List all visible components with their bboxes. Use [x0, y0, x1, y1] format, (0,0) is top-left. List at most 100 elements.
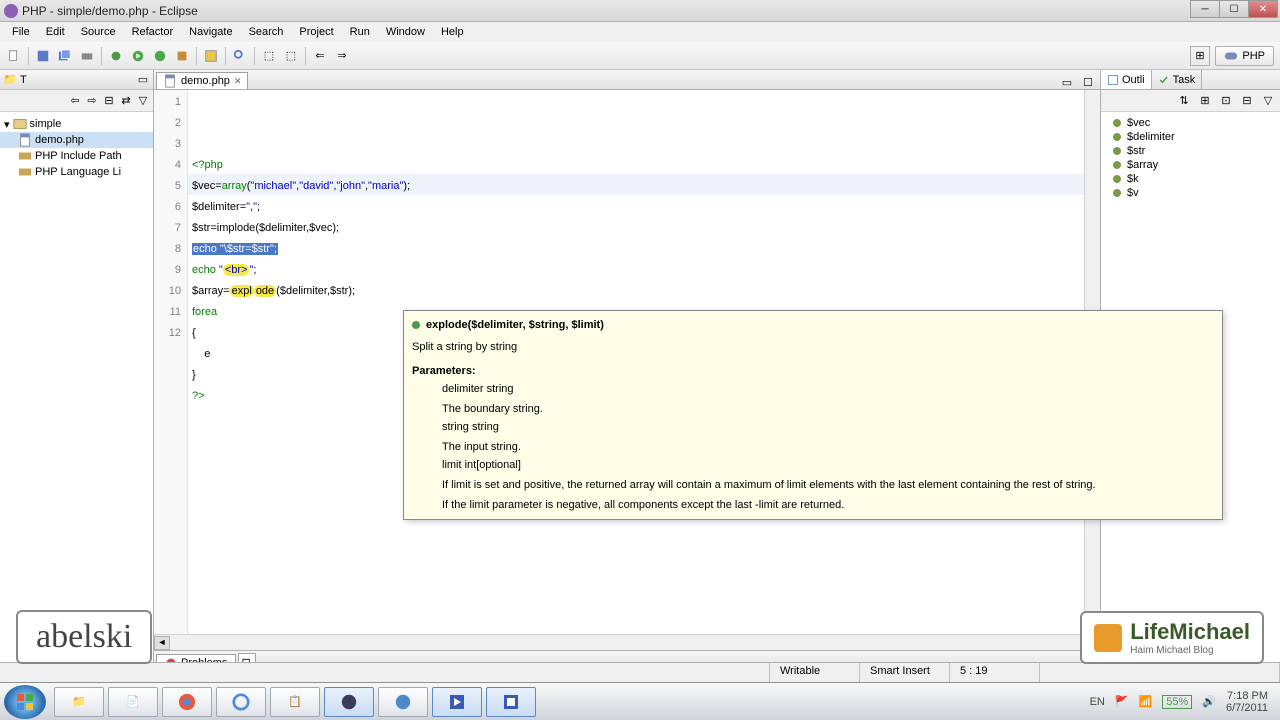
save-all-button[interactable] — [55, 46, 75, 66]
save-button[interactable] — [33, 46, 53, 66]
menu-window[interactable]: Window — [378, 24, 433, 40]
ext-tools-button[interactable] — [172, 46, 192, 66]
tooltip-extra: If the limit parameter is negative, all … — [442, 497, 1214, 513]
search-button[interactable] — [230, 46, 250, 66]
variable-icon — [1113, 147, 1121, 155]
horizontal-scrollbar[interactable]: ◄ — [154, 634, 1100, 650]
maximize-button[interactable]: ☐ — [1219, 0, 1249, 18]
lifemichael-logo-icon — [1094, 624, 1122, 652]
menu-help[interactable]: Help — [433, 24, 472, 40]
code-line-1[interactable]: <?php — [192, 155, 1080, 176]
tree-lang-lib[interactable]: PHP Language Li — [0, 164, 153, 180]
task-app5[interactable] — [486, 687, 536, 717]
task-eclipse[interactable] — [324, 687, 374, 717]
start-button[interactable] — [4, 685, 46, 719]
close-tab-icon[interactable]: ✕ — [234, 76, 242, 87]
windows-taskbar: 📁 📄 📋 EN 🚩 📶 55% 🔊 7:18 PM 6/7/2011 — [0, 682, 1280, 720]
run-button[interactable] — [128, 46, 148, 66]
sort-icon[interactable]: ⇅ — [1174, 91, 1194, 111]
outline-item[interactable]: $v — [1101, 186, 1280, 200]
tree-lang-label: PHP Language Li — [35, 166, 121, 178]
explorer-min-icon[interactable]: ▭ — [135, 72, 151, 88]
run-last-button[interactable] — [150, 46, 170, 66]
outline-menu-icon[interactable]: ▽ — [1258, 91, 1278, 111]
nav-back-button[interactable]: ⇐ — [310, 46, 330, 66]
filter1-icon[interactable]: ⊞ — [1195, 91, 1215, 111]
explorer-tab-icon[interactable]: 📁 — [2, 72, 18, 88]
tray-clock[interactable]: 7:18 PM 6/7/2011 — [1226, 690, 1268, 714]
tooltip-desc: Split a string by string — [412, 339, 1214, 355]
perspective-php[interactable]: PHP — [1215, 46, 1274, 66]
new-button[interactable] — [4, 46, 24, 66]
collapse-icon[interactable]: ⊟ — [101, 93, 117, 109]
nav-fwd-icon[interactable]: ⇨ — [84, 93, 100, 109]
menubar: FileEditSourceRefactorNavigateSearchProj… — [0, 22, 1280, 42]
outline-tab[interactable]: Outli — [1101, 70, 1152, 89]
outline-item[interactable]: $k — [1101, 172, 1280, 186]
project-tree: ▾ simple demo.php PHP Include Path PHP L… — [0, 112, 153, 690]
editor-min-icon[interactable]: ▭ — [1057, 72, 1077, 92]
editor-max-icon[interactable]: ☐ — [1078, 72, 1098, 92]
print-button[interactable] — [77, 46, 97, 66]
code-line-3[interactable]: $delimiter=","; — [192, 197, 1080, 218]
filter2-icon[interactable]: ⊡ — [1216, 91, 1236, 111]
debug-button[interactable] — [106, 46, 126, 66]
task-chrome[interactable] — [162, 687, 212, 717]
watermark-left: abelski — [16, 610, 152, 664]
tooltip-param-desc: The boundary string. — [442, 401, 1214, 417]
link-icon[interactable]: ⇄ — [118, 93, 134, 109]
open-perspective-button[interactable]: ⊞ — [1190, 46, 1210, 66]
minimize-button[interactable]: ─ — [1190, 0, 1220, 18]
explorer-tab-label: T — [20, 74, 27, 86]
tray-flag-icon[interactable]: 🚩 — [1115, 695, 1129, 708]
tray-lang[interactable]: EN — [1090, 696, 1105, 708]
expand-icon[interactable]: ▾ — [4, 118, 10, 131]
tray-network-icon[interactable]: 📶 — [1139, 695, 1153, 708]
menu-edit[interactable]: Edit — [38, 24, 73, 40]
code-line-2[interactable]: $vec=array("michael","david","john","mar… — [192, 176, 1080, 197]
menu-file[interactable]: File — [4, 24, 38, 40]
tray-date: 6/7/2011 — [1226, 702, 1268, 714]
tray-battery[interactable]: 55% — [1162, 695, 1192, 709]
tree-file-demo[interactable]: demo.php — [0, 132, 153, 148]
scroll-left-icon[interactable]: ◄ — [154, 636, 170, 650]
tree-project-label: simple — [30, 118, 62, 130]
tree-include-path[interactable]: PHP Include Path — [0, 148, 153, 164]
code-line-5[interactable]: echo "\$str=$str"; — [192, 239, 1080, 260]
outline-item[interactable]: $str — [1101, 144, 1280, 158]
menu-project[interactable]: Project — [291, 24, 341, 40]
task-ie[interactable] — [216, 687, 266, 717]
code-line-7[interactable]: $array=explode($delimiter,$str); — [192, 281, 1080, 302]
menu-source[interactable]: Source — [73, 24, 124, 40]
filter3-icon[interactable]: ⊟ — [1237, 91, 1257, 111]
outline-item[interactable]: $vec — [1101, 116, 1280, 130]
task-app4[interactable] — [432, 687, 482, 717]
menu-refactor[interactable]: Refactor — [124, 24, 182, 40]
menu-icon[interactable]: ▽ — [135, 93, 151, 109]
code-line-6[interactable]: echo "<br>"; — [192, 260, 1080, 281]
tree-project[interactable]: ▾ simple — [0, 116, 153, 132]
outline-item[interactable]: $array — [1101, 158, 1280, 172]
menu-navigate[interactable]: Navigate — [181, 24, 240, 40]
menu-search[interactable]: Search — [241, 24, 292, 40]
nav-back-icon[interactable]: ⇦ — [67, 93, 83, 109]
task-explorer[interactable]: 📁 — [54, 687, 104, 717]
task-app2[interactable]: 📋 — [270, 687, 320, 717]
open-type-button[interactable] — [201, 46, 221, 66]
tray-volume-icon[interactable]: 🔊 — [1202, 695, 1216, 708]
tasks-tab[interactable]: Task — [1152, 70, 1203, 89]
annotation-next-button[interactable]: ⬚ — [281, 46, 301, 66]
tray-time: 7:18 PM — [1226, 690, 1268, 702]
close-button[interactable]: ✕ — [1248, 0, 1278, 18]
task-app1[interactable]: 📄 — [108, 687, 158, 717]
project-explorer: 📁 T ▭ ⇦ ⇨ ⊟ ⇄ ▽ ▾ simple demo.php PH — [0, 70, 154, 690]
tree-include-label: PHP Include Path — [35, 150, 122, 162]
annotation-prev-button[interactable]: ⬚ — [259, 46, 279, 66]
nav-fwd-button[interactable]: ⇒ — [332, 46, 352, 66]
code-line-4[interactable]: $str=implode($delimiter,$vec); — [192, 218, 1080, 239]
status-position: 5 : 19 — [950, 663, 1040, 682]
outline-item[interactable]: $delimiter — [1101, 130, 1280, 144]
editor-tab-demo[interactable]: demo.php ✕ — [156, 72, 248, 89]
menu-run[interactable]: Run — [342, 24, 378, 40]
task-app3[interactable] — [378, 687, 428, 717]
